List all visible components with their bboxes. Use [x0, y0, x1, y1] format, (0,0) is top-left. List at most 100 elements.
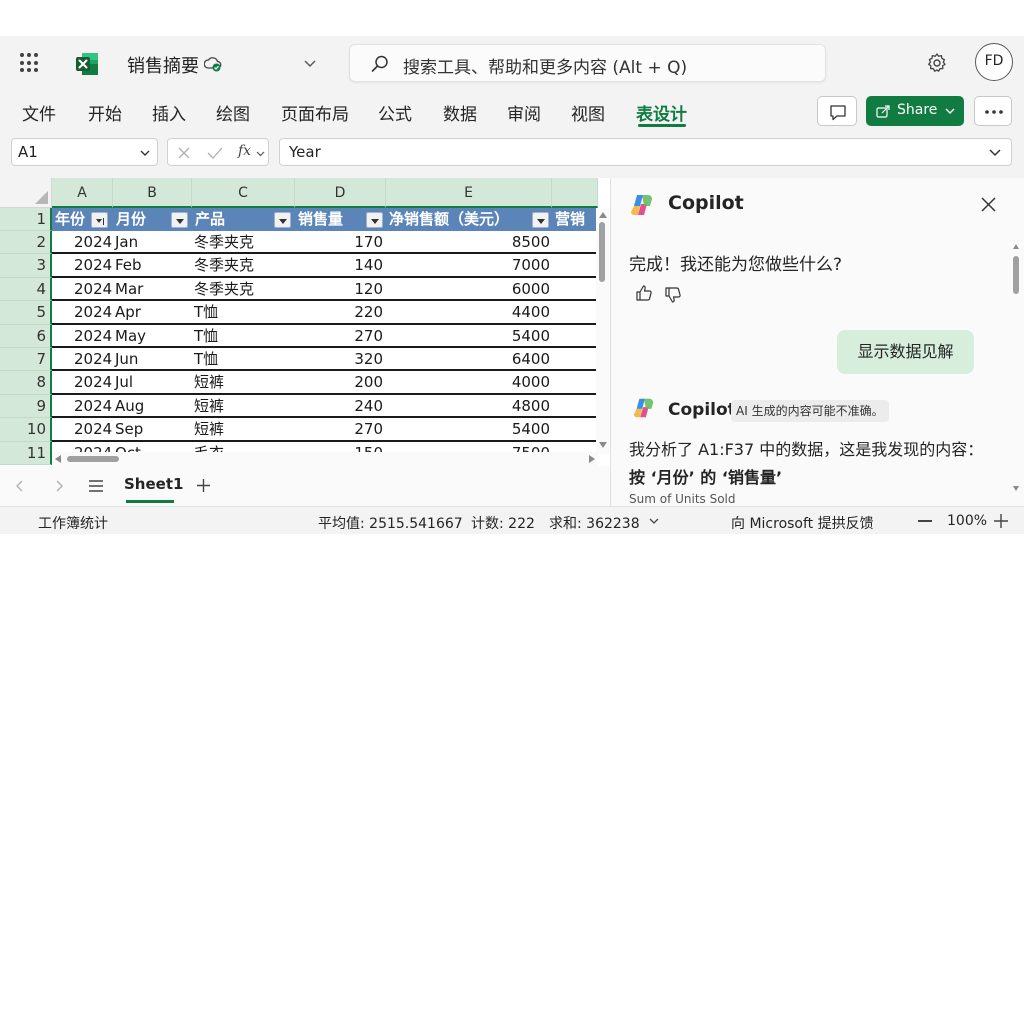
- cell-month[interactable]: Jun: [115, 349, 138, 369]
- tab-draw[interactable]: 绘图: [216, 100, 250, 125]
- document-title[interactable]: 销售摘要: [127, 52, 199, 78]
- cell-month[interactable]: Jul: [115, 372, 133, 392]
- cell-product[interactable]: 冬季夹克: [194, 232, 254, 252]
- scroll-up-arrow-icon[interactable]: [1013, 244, 1019, 249]
- vertical-scrollbar[interactable]: [596, 208, 610, 454]
- cell-net-sales[interactable]: 6400: [462, 349, 550, 369]
- enter-checkmark-icon[interactable]: [207, 146, 223, 160]
- scroll-down-arrow-icon[interactable]: [1013, 486, 1019, 491]
- row-header[interactable]: 10: [0, 418, 52, 442]
- name-box[interactable]: A1: [11, 138, 158, 166]
- cell-month[interactable]: Sep: [115, 419, 143, 439]
- cell-units-sold[interactable]: 170: [320, 232, 383, 252]
- cell-month[interactable]: May: [115, 326, 146, 346]
- row-header[interactable]: 7: [0, 348, 52, 372]
- row-header[interactable]: 6: [0, 324, 52, 348]
- horizontal-scrollbar[interactable]: [52, 452, 598, 466]
- cell-month[interactable]: Aug: [115, 396, 144, 416]
- cell-units-sold[interactable]: 220: [320, 302, 383, 322]
- previous-sheet-chevron-icon[interactable]: [14, 479, 26, 493]
- sheet-tab-sheet1[interactable]: Sheet1: [124, 475, 183, 493]
- app-launcher-icon[interactable]: [20, 53, 40, 73]
- expand-formula-bar-icon[interactable]: [988, 147, 1002, 159]
- select-all-button[interactable]: [0, 178, 52, 208]
- table-row[interactable]: 2024 Jan 冬季夹克 170 8500: [52, 231, 598, 255]
- cell-year[interactable]: 2024: [74, 419, 112, 439]
- row-header[interactable]: 2: [0, 231, 52, 255]
- thumbs-up-icon[interactable]: [635, 284, 653, 302]
- cell-product[interactable]: T恤: [194, 302, 218, 322]
- thumbs-down-icon[interactable]: [664, 286, 682, 304]
- table-row[interactable]: 2024 May T恤 270 5400: [52, 324, 598, 348]
- cell-units-sold[interactable]: 270: [320, 419, 383, 439]
- cell-year[interactable]: 2024: [74, 349, 112, 369]
- cell-month[interactable]: Mar: [115, 279, 143, 299]
- tab-insert[interactable]: 插入: [152, 100, 186, 125]
- tab-table-design[interactable]: 表设计: [636, 100, 687, 125]
- filter-dropdown-icon[interactable]: [274, 212, 291, 228]
- tab-home[interactable]: 开始: [88, 100, 122, 125]
- row-header[interactable]: 8: [0, 371, 52, 395]
- next-sheet-chevron-icon[interactable]: [53, 479, 65, 493]
- row-header[interactable]: 1: [0, 208, 52, 231]
- worksheet-grid[interactable]: A B C D E 1 2 3 4 5 6 7 8 9 10 11 年份 月份 …: [0, 178, 610, 474]
- search-box[interactable]: 搜索工具、帮助和更多内容 (Alt + Q): [349, 44, 826, 82]
- close-icon[interactable]: [980, 196, 997, 213]
- cell-product[interactable]: T恤: [194, 349, 218, 369]
- copilot-scrollbar[interactable]: [1012, 244, 1020, 494]
- filter-dropdown-icon[interactable]: [532, 212, 549, 228]
- cell-year[interactable]: 2024: [74, 232, 112, 252]
- more-options-button[interactable]: [974, 96, 1012, 126]
- table-row[interactable]: 2024 Aug 短裤 240 4800: [52, 394, 598, 419]
- cell-month[interactable]: Apr: [115, 302, 141, 322]
- tab-data[interactable]: 数据: [443, 100, 477, 125]
- cell-net-sales[interactable]: 6000: [462, 279, 550, 299]
- cell-units-sold[interactable]: 140: [320, 255, 383, 275]
- cell-year[interactable]: 2024: [74, 396, 112, 416]
- cell-units-sold[interactable]: 120: [320, 279, 383, 299]
- row-header[interactable]: 5: [0, 301, 52, 325]
- row-header[interactable]: 9: [0, 394, 52, 419]
- cell-net-sales[interactable]: 5400: [462, 419, 550, 439]
- filter-dropdown-icon[interactable]: [366, 212, 383, 228]
- scroll-down-arrow-icon[interactable]: [599, 442, 607, 448]
- column-header-e[interactable]: E: [386, 178, 552, 208]
- tab-formulas[interactable]: 公式: [378, 100, 412, 125]
- cell-net-sales[interactable]: 4400: [462, 302, 550, 322]
- row-header[interactable]: 3: [0, 254, 52, 278]
- feedback-link[interactable]: 向 Microsoft 提拱反馈: [731, 513, 874, 533]
- sort-descending-filter-icon[interactable]: [91, 212, 108, 228]
- tab-view[interactable]: 视图: [571, 100, 605, 125]
- excel-logo-icon[interactable]: [74, 51, 100, 77]
- table-row[interactable]: 2024 Sep 短裤 270 5400: [52, 418, 598, 442]
- cell-units-sold[interactable]: 270: [320, 326, 383, 346]
- insert-function-button[interactable]: fx: [238, 143, 251, 159]
- tab-file[interactable]: 文件: [22, 100, 56, 125]
- add-sheet-plus-icon[interactable]: [195, 477, 212, 494]
- zoom-level[interactable]: 100%: [947, 513, 987, 529]
- table-row[interactable]: 2024 Jul 短裤 200 4000: [52, 371, 598, 395]
- zoom-out-icon[interactable]: [918, 520, 932, 522]
- filter-dropdown-icon[interactable]: [171, 212, 188, 228]
- cell-year[interactable]: 2024: [74, 279, 112, 299]
- cell-net-sales[interactable]: 7000: [462, 255, 550, 275]
- scroll-right-arrow-icon[interactable]: [589, 455, 595, 463]
- scroll-up-arrow-icon[interactable]: [599, 212, 607, 218]
- cell-year[interactable]: 2024: [74, 255, 112, 275]
- cell-product[interactable]: 短裤: [194, 419, 224, 439]
- fx-chevron-icon[interactable]: [256, 149, 265, 158]
- table-row[interactable]: 2024 Feb 冬季夹克 140 7000: [52, 254, 598, 278]
- table-row[interactable]: 2024 Mar 冬季夹克 120 6000: [52, 277, 598, 302]
- row-header[interactable]: 11: [0, 441, 52, 465]
- cell-net-sales[interactable]: 4000: [462, 372, 550, 392]
- cell-net-sales[interactable]: 4800: [462, 396, 550, 416]
- column-header-c[interactable]: C: [192, 178, 295, 208]
- cell-product[interactable]: 冬季夹克: [194, 279, 254, 299]
- cell-month[interactable]: Feb: [115, 255, 142, 275]
- cell-units-sold[interactable]: 200: [320, 372, 383, 392]
- cell-net-sales[interactable]: 8500: [462, 232, 550, 252]
- tab-review[interactable]: 审阅: [507, 100, 541, 125]
- zoom-in-icon[interactable]: [994, 514, 1008, 528]
- title-chevron-down-icon[interactable]: [302, 55, 318, 71]
- comments-button[interactable]: [817, 96, 857, 126]
